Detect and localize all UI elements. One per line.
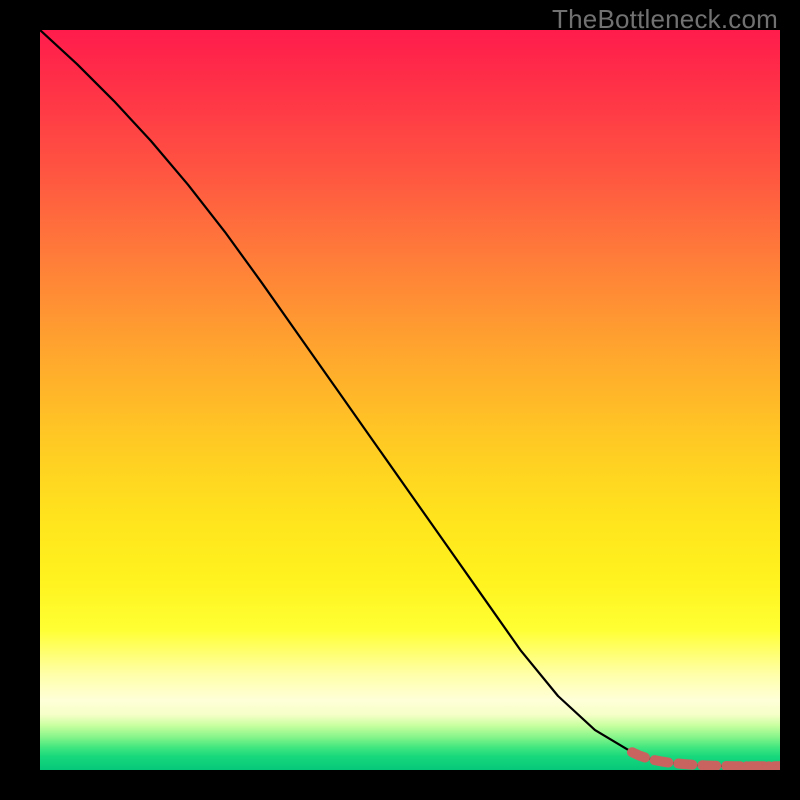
series-curve [40,30,780,766]
chart-overlay [40,30,780,770]
chart-stage: TheBottleneck.com [0,0,800,800]
series-highlight-tail [632,752,780,770]
watermark-label: TheBottleneck.com [552,4,778,35]
